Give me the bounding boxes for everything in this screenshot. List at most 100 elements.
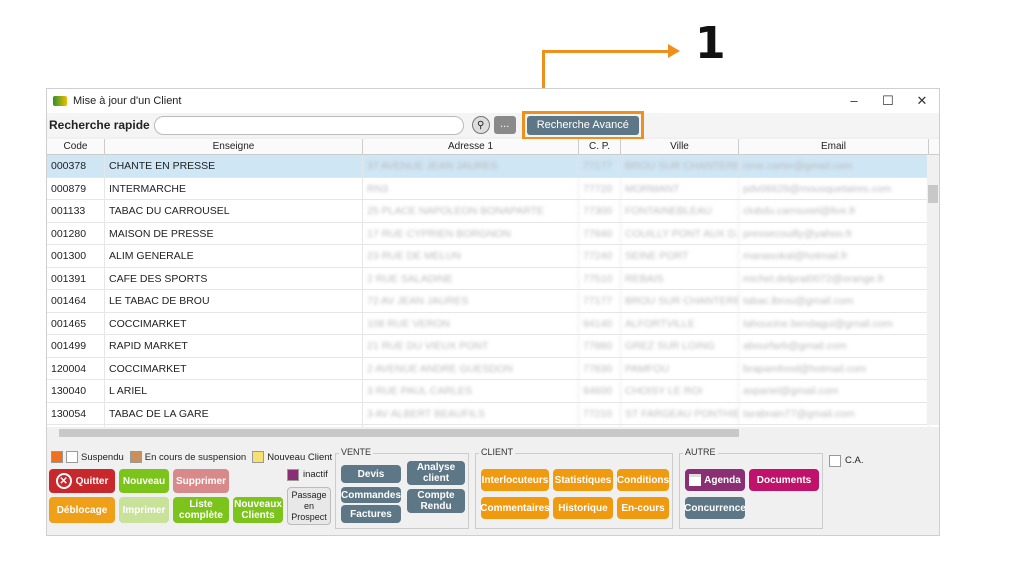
table-row[interactable]: 000879 INTERMARCHE RN3 77720 MORMANT pdv06629… <box>47 177 939 200</box>
column-header-code[interactable]: Code <box>47 139 105 154</box>
minimize-button[interactable]: – <box>837 93 871 109</box>
prospect-button[interactable]: Passage en Prospect <box>287 487 331 525</box>
more-options-button[interactable]: ... <box>493 116 516 134</box>
table-cell: PAMFOU <box>621 357 739 379</box>
table-cell: clubdu.carrousel@live.fr <box>739 200 929 222</box>
search-icon[interactable]: ⚲ <box>471 116 490 134</box>
suspendu-label: Suspendu <box>81 451 124 463</box>
window-title: Mise à jour d'un Client <box>73 95 182 107</box>
table-cell: 3 RUE PAUL CARLES <box>363 380 579 402</box>
quit-label: Quitter <box>75 475 109 487</box>
ca-label: C.A. <box>845 455 864 466</box>
table-cell: 2 AVENUE ANDRE GUESDON <box>363 357 579 379</box>
table-cell: CHANTE EN PRESSE <box>105 155 363 177</box>
new-button[interactable]: Nouveau <box>119 469 169 493</box>
table-cell: COUILLY PONT AUX D. <box>621 222 739 244</box>
table-row[interactable]: 001499 RAPID MARKET 21 RUE DU VIEUX PONT 77… <box>47 335 939 358</box>
compte-rendu-button[interactable]: Compte Rendu <box>407 489 465 513</box>
commandes-button[interactable]: Commandes <box>341 487 401 503</box>
column-header-ville[interactable]: Ville <box>621 139 739 154</box>
vertical-scroll-thumb[interactable] <box>928 185 938 203</box>
full-list-button[interactable]: Liste complète <box>173 497 229 523</box>
client-window: Mise à jour d'un Client – ☐ ✕ Recherche … <box>46 88 940 536</box>
maximize-button[interactable]: ☐ <box>871 93 905 109</box>
table-cell: INTERMARCHE <box>105 177 363 199</box>
table-cell: pressecouilly@yahoo.fr <box>739 222 929 244</box>
table-cell: 001464 <box>47 290 105 312</box>
new-clients-button[interactable]: Nouveaux Clients <box>233 497 283 523</box>
table-cell: 77177 <box>579 155 621 177</box>
close-button[interactable]: ✕ <box>905 93 939 109</box>
table-cell: 001499 <box>47 335 105 357</box>
conditions-button[interactable]: Conditions <box>617 469 669 491</box>
table-row[interactable]: 001280 MAISON DE PRESSE 17 RUE CYPRIEN BOR… <box>47 222 939 245</box>
table-cell: CHOISY LE ROI <box>621 380 739 402</box>
table-row[interactable]: 001300 ALIM GENERALE 23 RUE DE MELUN 77240 S… <box>47 245 939 268</box>
table-row[interactable]: 130054 TABAC DE LA GARE 3 AV ALBERT BEAUFI… <box>47 402 939 425</box>
table-row[interactable]: 120004 COCCIMARKET 2 AVENUE ANDRE GUESDON 7… <box>47 357 939 380</box>
column-header-adresse[interactable]: Adresse 1 <box>363 139 579 154</box>
advanced-search-button[interactable]: Recherche Avancé <box>526 115 639 135</box>
quick-search-input[interactable] <box>153 115 464 135</box>
column-header-cp[interactable]: C. P. <box>579 139 621 154</box>
agenda-label: Agenda <box>704 474 741 486</box>
devis-button[interactable]: Devis <box>341 465 401 483</box>
close-circle-icon: ✕ <box>55 473 72 489</box>
nouveau-swatch <box>252 451 265 463</box>
quit-button[interactable]: ✕ Quitter <box>49 469 115 493</box>
unblock-button[interactable]: Déblocage <box>49 497 115 523</box>
search-bar: Recherche rapide ⚲ ... Recherche Avancé <box>47 110 939 140</box>
column-header-enseigne[interactable]: Enseigne <box>105 139 363 154</box>
table-cell: brapamfood@hotmail.com <box>739 357 929 379</box>
table-cell: CAFE DES SPORTS <box>105 267 363 289</box>
vertical-scrollbar[interactable] <box>927 155 939 425</box>
statistiques-button[interactable]: Statistiques <box>553 469 613 491</box>
print-button[interactable]: Imprimer <box>119 497 169 523</box>
table-row[interactable]: 000378 CHANTE EN PRESSE 37 AVENUE JEAN JAU… <box>47 155 939 178</box>
inactif-swatch <box>287 469 299 481</box>
table-cell: TABAC DU CARROUSEL <box>105 200 363 222</box>
historique-button[interactable]: Historique <box>553 497 613 519</box>
table-cell: 77880 <box>579 335 621 357</box>
table-cell: SEINE PORT <box>621 245 739 267</box>
table-row[interactable]: 001391 CAFE DES SPORTS 2 RUE SALADINE 77510… <box>47 267 939 290</box>
concurrence-button[interactable]: Concurrence <box>684 497 746 519</box>
nouveau-label: Nouveau Client <box>267 451 333 463</box>
table-cell: COCCIMARKET <box>105 312 363 334</box>
table-cell: GREZ SUR LOING <box>621 335 739 357</box>
table-cell: michel.delprat0072@orange.fr <box>739 267 929 289</box>
table-cell: 000879 <box>47 177 105 199</box>
table-cell: 77210 <box>579 402 621 424</box>
table-cell: 120004 <box>47 357 105 379</box>
horizontal-scroll-thumb[interactable] <box>59 429 739 437</box>
calendar-icon <box>689 474 702 486</box>
table-row[interactable]: 001133 TABAC DU CARROUSEL 25 PLACE NAPOLEO… <box>47 200 939 223</box>
encours-button[interactable]: En-cours <box>617 497 669 519</box>
table-cell: 001300 <box>47 245 105 267</box>
table-row[interactable]: 001465 COCCIMARKET 108 RUE VERON 94140 ALFOR… <box>47 312 939 335</box>
table-cell: BROU SUR CHANTEREINE <box>621 155 739 177</box>
en-cours-label: En cours de suspension <box>144 451 247 463</box>
agenda-button[interactable]: Agenda <box>685 469 745 491</box>
annotation-arrow-line <box>542 50 672 53</box>
commentaires-button[interactable]: Commentaires <box>480 497 550 519</box>
analyse-client-button[interactable]: Analyse client <box>407 461 465 485</box>
table-cell: 21 RUE DU VIEUX PONT <box>363 335 579 357</box>
column-header-email[interactable]: Email <box>739 139 929 154</box>
table-cell: abourfarb@gmail.com <box>739 335 929 357</box>
table-cell: manasokal@hotmail.fr <box>739 245 929 267</box>
factures-button[interactable]: Factures <box>341 505 401 523</box>
suspendu-checkbox[interactable] <box>66 451 78 463</box>
ca-checkbox[interactable] <box>829 455 841 467</box>
table-cell: 3 AV ALBERT BEAUFILS <box>363 402 579 424</box>
autre-group-label: AUTRE <box>683 447 718 457</box>
table-cell: 37 AVENUE JEAN JAURES <box>363 155 579 177</box>
title-bar: Mise à jour d'un Client – ☐ ✕ <box>47 89 939 113</box>
table-row[interactable]: 001464 LE TABAC DE BROU 72 AV JEAN JAURES 7… <box>47 290 939 313</box>
interlocuteurs-button[interactable]: Interlocuteurs <box>481 469 549 491</box>
horizontal-scrollbar[interactable] <box>47 427 939 439</box>
delete-button[interactable]: Supprimer <box>173 469 229 493</box>
table-row[interactable]: 130040 L ARIEL 3 RUE PAUL CARLES 94600 CHOIS… <box>47 380 939 403</box>
table-cell: 94140 <box>579 312 621 334</box>
documents-button[interactable]: Documents <box>749 469 819 491</box>
